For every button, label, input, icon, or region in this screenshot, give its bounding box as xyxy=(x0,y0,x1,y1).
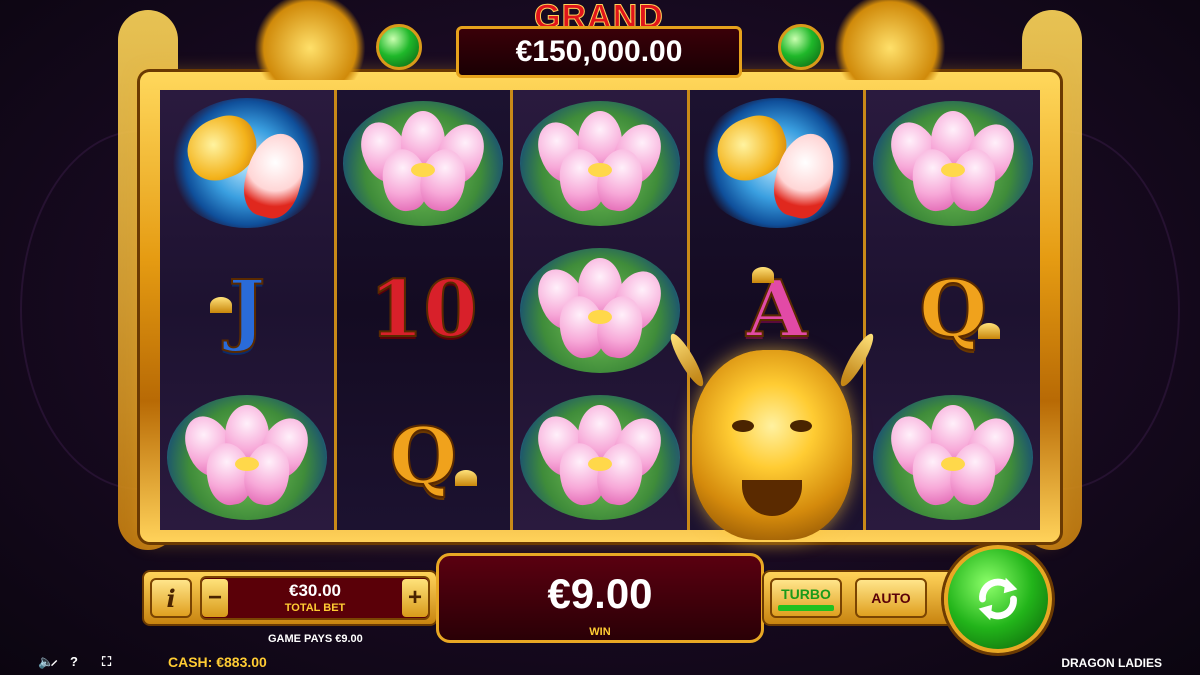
cash-label: CASH: xyxy=(168,654,213,670)
koi-fish-icon xyxy=(696,98,857,228)
info-button[interactable]: i xyxy=(150,578,192,618)
lotus-icon xyxy=(343,100,504,226)
reel-grid: J 10 Q A Q xyxy=(160,90,1040,530)
symbol-lotus xyxy=(337,90,511,236)
koi-fish-icon xyxy=(166,98,327,228)
symbol-10-number: 10 xyxy=(368,264,479,355)
win-label: WIN xyxy=(589,626,611,638)
green-orb-right xyxy=(778,24,824,70)
symbol-j-letter: J xyxy=(227,264,266,355)
footer-toolbar: 🔈̷ ? ⛶ xyxy=(38,655,120,669)
grand-jackpot-box: €150,000.00 xyxy=(456,26,742,78)
spin-arrows-icon xyxy=(978,577,1018,621)
symbol-koi xyxy=(690,90,864,236)
lotus-icon xyxy=(166,394,327,520)
symbol-q: Q xyxy=(337,384,511,530)
symbol-q-letter: Q xyxy=(388,411,458,502)
reel-2: 10 Q xyxy=(336,90,514,530)
total-bet-value: €30.00 xyxy=(289,581,341,600)
cash-display: CASH: €883.00 xyxy=(168,654,267,670)
game-name: DRAGON LADIES xyxy=(1061,656,1162,670)
symbol-lotus xyxy=(866,90,1040,236)
green-orb-left xyxy=(376,24,422,70)
cash-value: €883.00 xyxy=(216,654,267,670)
reel-1: J xyxy=(160,90,337,530)
symbol-10: 10 xyxy=(337,237,511,383)
lotus-icon xyxy=(519,100,680,226)
lotus-icon xyxy=(873,100,1034,226)
symbol-lotus xyxy=(513,384,687,530)
reel-5: Q xyxy=(866,90,1040,530)
game-pays-text: GAME PAYS €9.00 xyxy=(268,633,363,645)
grand-jackpot-value: €150,000.00 xyxy=(515,35,683,68)
symbol-lotus xyxy=(160,384,334,530)
symbol-lotus xyxy=(513,90,687,236)
symbol-lotus xyxy=(513,237,687,383)
increase-bet-button[interactable]: + xyxy=(402,579,428,617)
reel-3 xyxy=(513,90,690,530)
total-bet-label: TOTAL BET xyxy=(284,602,346,614)
symbol-j: J xyxy=(160,237,334,383)
symbol-koi xyxy=(160,90,334,236)
symbol-q: Q xyxy=(866,237,1040,383)
win-value: €9.00 xyxy=(547,570,653,617)
help-icon[interactable]: ? xyxy=(70,655,88,669)
dragon-head-wild-icon xyxy=(665,330,879,560)
symbol-q-letter: Q xyxy=(918,264,988,355)
sound-off-icon[interactable]: 🔈̷ xyxy=(38,655,56,669)
dragon-ornament-right xyxy=(830,0,950,80)
lotus-icon xyxy=(519,394,680,520)
lotus-icon xyxy=(873,394,1034,520)
decrease-bet-button[interactable]: − xyxy=(202,579,228,617)
fullscreen-icon[interactable]: ⛶ xyxy=(102,655,120,669)
spin-button[interactable] xyxy=(944,545,1052,653)
symbol-lotus xyxy=(866,384,1040,530)
turbo-button[interactable]: TURBO xyxy=(770,578,842,618)
dragon-ornament-left xyxy=(250,0,370,80)
autoplay-button[interactable]: AUTO xyxy=(855,578,927,618)
lotus-icon xyxy=(519,247,680,373)
